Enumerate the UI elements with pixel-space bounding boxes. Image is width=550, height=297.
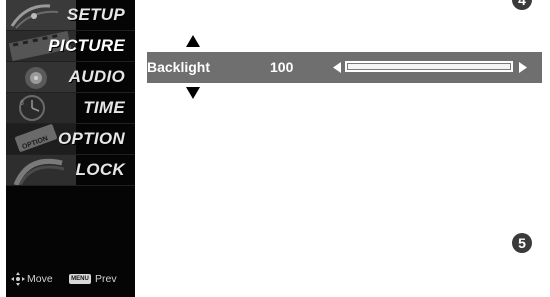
slider-right-arrow-icon[interactable] [519,62,527,73]
menu-label-audio: AUDIO [68,67,125,86]
backlight-control-row[interactable]: Backlight 100 [147,52,542,83]
menu-label-setup: SETUP [66,5,125,24]
menu-key-badge: MENU [69,274,91,284]
move-arrows-icon [11,272,25,286]
step-badge-5: 5 [512,233,532,253]
backlight-slider-track[interactable] [345,61,513,72]
menu-item-option[interactable]: OPTION OPTION [6,124,135,155]
menu-label-time: TIME [83,98,125,117]
menu-item-time[interactable]: 6 TIME [6,93,135,124]
slider-left-arrow-icon[interactable] [333,62,341,73]
menu-label-picture: PICTURE [48,36,125,55]
backlight-slider-fill [348,64,510,69]
step-badge-4: 4 [512,0,532,10]
menu-label-option: OPTION [58,129,125,148]
move-hint-label: Move [27,273,53,285]
menu-footer: Move MENU Prev [6,268,135,290]
padlock-icon [6,155,76,185]
prev-hint-label: Prev [95,273,117,285]
speaker-icon [6,62,76,92]
up-arrow-icon[interactable] [186,35,200,47]
menu-item-audio[interactable]: AUDIO [6,62,135,93]
satellite-dish-icon [6,0,76,30]
osd-menu-panel: SETUP PICTURE AUDIO 6 TIME OPTION OPTION… [6,0,135,297]
down-arrow-icon[interactable] [186,87,200,99]
menu-item-setup[interactable]: SETUP [6,0,135,31]
menu-label-lock: LOCK [75,160,125,179]
menu-item-picture[interactable]: PICTURE [6,31,135,62]
svg-text:6: 6 [20,100,24,107]
backlight-value: 100 [270,59,294,75]
backlight-label: Backlight [147,59,211,75]
clock-icon: 6 [6,93,76,123]
menu-item-lock[interactable]: LOCK [6,155,135,186]
